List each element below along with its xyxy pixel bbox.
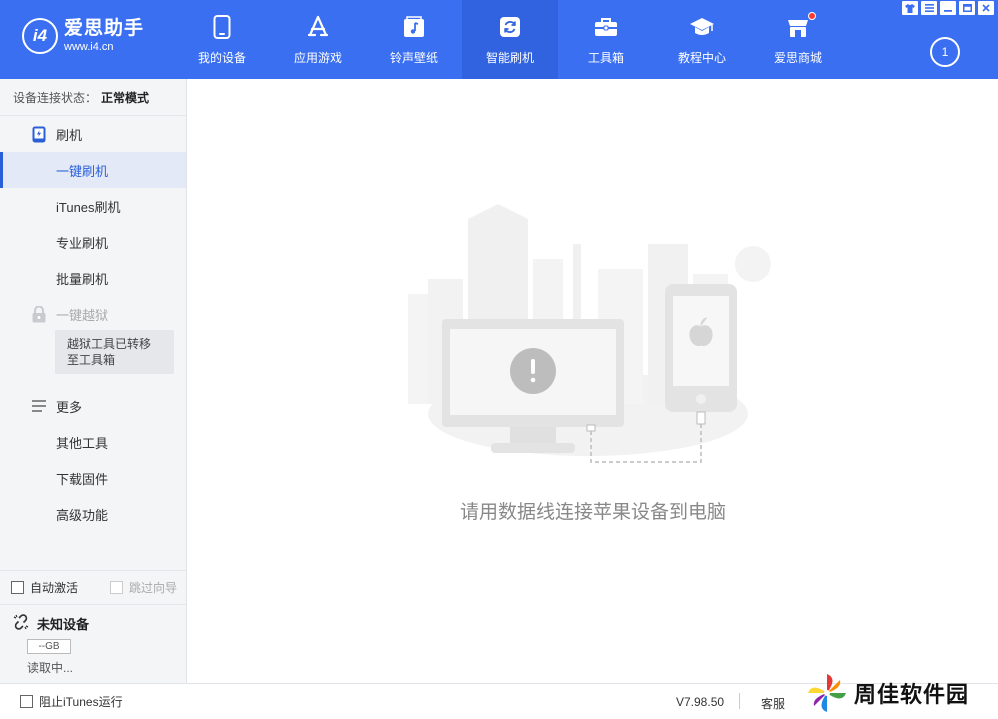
- sidebar-item-batch-flash[interactable]: 批量刷机: [0, 260, 186, 296]
- version-label: V7.98.50: [676, 695, 725, 709]
- maximize-icon[interactable]: [959, 1, 975, 15]
- list-icon: [31, 398, 47, 414]
- jailbreak-tip: 越狱工具已转移至工具箱: [55, 330, 174, 374]
- toolbox-icon: [593, 14, 619, 40]
- sidebar-item-download-firmware[interactable]: 下载固件: [0, 460, 186, 496]
- app-logo: i4 爱思助手 www.i4.cn: [22, 18, 144, 54]
- window-controls: [902, 1, 994, 15]
- skip-guide-checkbox: [110, 581, 124, 594]
- main-content: 请用数据线连接苹果设备到电脑: [188, 79, 998, 683]
- customer-service-link[interactable]: 客服: [761, 695, 785, 712]
- nav-my-device[interactable]: 我的设备: [174, 0, 270, 79]
- device-capacity: --GB: [27, 639, 71, 654]
- sidebar: 设备连接状态： 正常模式 刷机 一键刷机 iTunes刷机 专业刷机 批量刷机 一…: [0, 79, 187, 683]
- device-name: 未知设备: [37, 617, 90, 632]
- menu-icon[interactable]: [921, 1, 937, 15]
- connect-device-message: 请用数据线连接苹果设备到电脑: [459, 502, 726, 523]
- minimize-icon[interactable]: [940, 1, 956, 15]
- nav-tutorials[interactable]: 教程中心: [654, 0, 750, 79]
- unlink-icon: [13, 614, 29, 633]
- auto-activate-checkbox[interactable]: [11, 581, 24, 594]
- shirt-icon[interactable]: [902, 1, 918, 15]
- options-row: 自动激活 跳过向导: [0, 570, 186, 604]
- app-name: 爱思助手: [64, 17, 145, 39]
- app-url: www.i4.cn: [64, 40, 114, 53]
- phone-icon: [209, 14, 235, 40]
- nav-ringtones-wallpapers[interactable]: 铃声壁纸: [366, 0, 462, 79]
- block-itunes-checkbox[interactable]: [20, 695, 33, 708]
- site-watermark: 周佳软件园: [806, 672, 969, 714]
- top-header: i4 爱思助手 www.i4.cn 我的设备 应用游戏 铃声壁纸 智能刷机 工具…: [0, 0, 998, 79]
- device-status: 读取中...: [27, 661, 74, 675]
- connect-device-illustration: [403, 199, 773, 472]
- lock-icon: [31, 305, 47, 322]
- section-flash[interactable]: 刷机: [0, 116, 186, 152]
- watermark-text: 周佳软件园: [854, 682, 970, 707]
- flash-phone-icon: [31, 126, 47, 142]
- nav-apps-games[interactable]: 应用游戏: [270, 0, 366, 79]
- nav-smart-flash[interactable]: 智能刷机: [462, 0, 558, 79]
- store-icon: [785, 14, 811, 40]
- footer-divider: [739, 693, 740, 709]
- main-nav: 我的设备 应用游戏 铃声壁纸 智能刷机 工具箱 教程中心 爱思商城: [174, 0, 846, 79]
- section-jailbreak: 一键越狱: [0, 296, 186, 332]
- section-more[interactable]: 更多: [0, 388, 186, 424]
- sidebar-item-other-tools[interactable]: 其他工具: [0, 424, 186, 460]
- nav-toolbox[interactable]: 工具箱: [558, 0, 654, 79]
- pinwheel-logo-icon: [808, 674, 846, 712]
- connection-status: 设备连接状态： 正常模式: [0, 79, 186, 116]
- logo-mark: i4: [22, 18, 58, 54]
- device-info: 未知设备 --GB 读取中...: [0, 604, 186, 683]
- notification-badge: [808, 12, 816, 20]
- music-icon: [401, 14, 427, 40]
- sidebar-item-advanced[interactable]: 高级功能: [0, 496, 186, 532]
- download-count-button[interactable]: 1: [930, 37, 960, 67]
- block-itunes-label: 阻止iTunes运行: [39, 695, 123, 709]
- nav-store[interactable]: 爱思商城: [750, 0, 846, 79]
- app-store-icon: [305, 14, 331, 40]
- graduation-cap-icon: [689, 14, 715, 40]
- sidebar-item-one-click-flash[interactable]: 一键刷机: [0, 152, 186, 188]
- close-icon[interactable]: [978, 1, 994, 15]
- connection-mode: 正常模式: [101, 90, 150, 105]
- sidebar-item-pro-flash[interactable]: 专业刷机: [0, 224, 186, 260]
- refresh-icon: [497, 14, 523, 40]
- sidebar-item-itunes-flash[interactable]: iTunes刷机: [0, 188, 186, 224]
